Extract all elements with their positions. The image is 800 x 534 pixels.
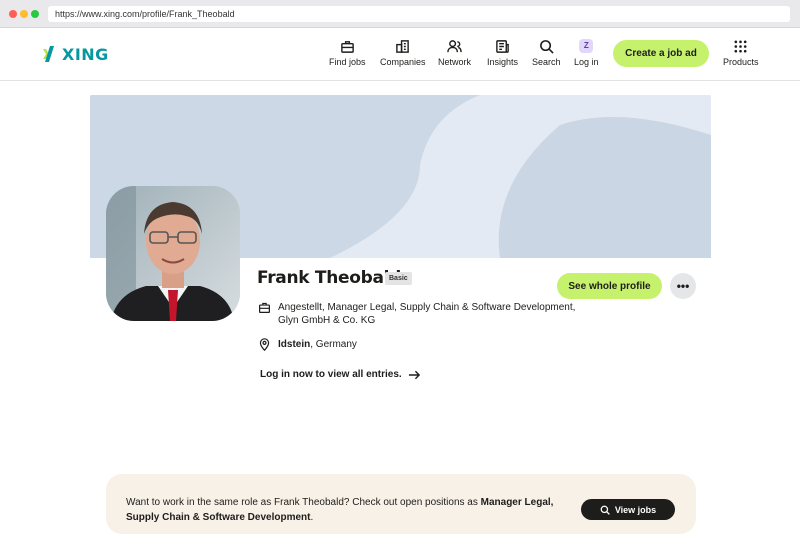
xing-logo-mark-icon <box>43 46 54 62</box>
search-icon <box>600 505 610 515</box>
nav-products[interactable]: Products <box>723 39 759 67</box>
site-header: XING Find jobs Companies Network Insight… <box>0 28 800 81</box>
more-options-button[interactable]: ••• <box>670 273 696 299</box>
briefcase-icon <box>340 41 354 53</box>
profile-photo <box>106 186 240 321</box>
create-job-ad-button[interactable]: Create a job ad <box>613 40 709 67</box>
arrow-right-icon <box>408 370 420 379</box>
nav-label: Find jobs <box>329 57 366 67</box>
nav-insights[interactable]: Insights <box>487 39 518 67</box>
nav-label: Network <box>438 57 472 67</box>
briefcase-icon <box>259 302 270 313</box>
profile-photo-image <box>106 186 240 321</box>
profile-name: Frank Theobald <box>257 268 402 288</box>
banner-text: Want to work in the same role as Frank T… <box>126 495 566 525</box>
membership-badge: Basic <box>385 272 412 285</box>
nav-search[interactable]: Search <box>532 39 561 67</box>
nav-label: Search <box>532 57 561 67</box>
maximize-window-dot[interactable] <box>31 10 39 18</box>
view-jobs-button[interactable]: View jobs <box>581 499 675 520</box>
see-whole-profile-button[interactable]: See whole profile <box>557 273 662 299</box>
nav-label: Insights <box>487 57 519 67</box>
nav-label: Log in <box>574 57 599 67</box>
location-text: Idstein, Germany <box>278 338 357 351</box>
nav-find-jobs[interactable]: Find jobs <box>329 39 366 67</box>
people-icon <box>447 40 462 53</box>
city-text: Idstein <box>278 339 311 350</box>
login-to-view-label: Log in now to view all entries. <box>260 369 402 380</box>
country-text: , Germany <box>310 339 357 350</box>
nav-companies[interactable]: Companies <box>380 39 426 67</box>
current-job-row: Angestellt, Manager Legal, Supply Chain … <box>258 301 598 327</box>
search-icon <box>539 40 554 54</box>
address-bar[interactable]: https://www.xing.com/profile/Frank_Theob… <box>48 6 790 22</box>
location-row: Idstein, Germany <box>258 338 357 351</box>
building-icon <box>396 40 410 53</box>
nav-network[interactable]: Network <box>438 39 471 67</box>
nav-label: Companies <box>380 57 426 67</box>
location-pin-icon <box>259 338 270 351</box>
newspaper-icon <box>496 40 509 53</box>
banner-text-prefix: Want to work in the same role as Frank T… <box>126 497 481 508</box>
grid-icon <box>734 40 747 53</box>
close-window-dot[interactable] <box>9 10 17 18</box>
login-to-view-link[interactable]: Log in now to view all entries. <box>260 369 421 380</box>
open-positions-banner: Want to work in the same role as Frank T… <box>106 474 696 534</box>
more-icon: ••• <box>676 279 690 293</box>
view-jobs-label: View jobs <box>614 504 657 515</box>
nav-log-in[interactable]: Z Log in <box>574 39 599 67</box>
login-badge-icon: Z <box>579 39 594 53</box>
logo-text: XING <box>62 44 109 64</box>
xing-logo[interactable]: XING <box>42 43 109 65</box>
nav-label: Products <box>723 57 759 67</box>
browser-chrome: https://www.xing.com/profile/Frank_Theob… <box>0 0 800 28</box>
current-job-text: Angestellt, Manager Legal, Supply Chain … <box>278 302 576 326</box>
banner-text-suffix: . <box>310 512 314 523</box>
minimize-window-dot[interactable] <box>20 10 28 18</box>
